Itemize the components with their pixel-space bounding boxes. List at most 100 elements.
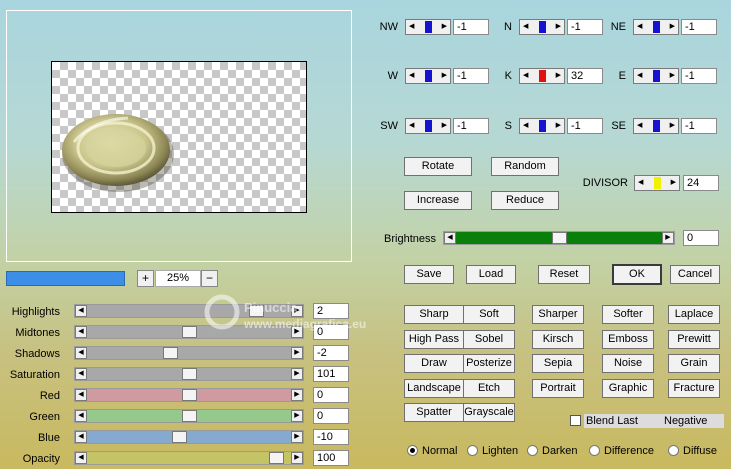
opacity-right-arrow-icon[interactable]: ▶ (291, 452, 303, 464)
highlights-slider[interactable] (74, 304, 304, 318)
highlights-left-arrow-icon[interactable]: ◀ (75, 305, 87, 317)
filter-landscape-button[interactable]: Landscape (404, 378, 464, 398)
random-button[interactable]: Random (491, 157, 559, 176)
matrix-sw-field[interactable]: -1 (453, 118, 489, 134)
matrix-sw-spinner[interactable]: ◀ ▶ (405, 118, 451, 134)
matrix-e-field[interactable]: -1 (681, 68, 717, 84)
shadows-slider[interactable] (74, 346, 304, 360)
red-left-arrow-icon[interactable]: ◀ (75, 389, 87, 401)
midtones-thumb[interactable] (181, 326, 197, 338)
shadows-left-arrow-icon[interactable]: ◀ (75, 347, 87, 359)
saturation-left-arrow-icon[interactable]: ◀ (75, 368, 87, 380)
divisor-spinner[interactable]: ◀ ▶ (634, 175, 680, 191)
red-field[interactable]: 0 (313, 387, 349, 403)
opacity-left-arrow-icon[interactable]: ◀ (75, 452, 87, 464)
brightness-left-arrow-icon[interactable]: ◀ (444, 232, 456, 244)
filter-sobel-button[interactable]: Sobel (463, 329, 515, 349)
filter-prewitt-button[interactable]: Prewitt (668, 329, 720, 349)
opacity-thumb[interactable] (269, 452, 285, 464)
filter-posterize-button[interactable]: Posterize (463, 354, 515, 373)
mode-normal-radio[interactable]: Normal (407, 444, 457, 458)
shadows-thumb[interactable] (162, 347, 178, 359)
matrix-e-spinner[interactable]: ◀ ▶ (633, 68, 679, 84)
blue-field[interactable]: -10 (313, 429, 349, 445)
filter-emboss-button[interactable]: Emboss (602, 329, 654, 349)
matrix-k-field[interactable]: 32 (567, 68, 603, 84)
matrix-w-field[interactable]: -1 (453, 68, 489, 84)
reduce-button[interactable]: Reduce (491, 191, 559, 210)
filter-spatter-button[interactable]: Spatter (404, 403, 464, 422)
green-left-arrow-icon[interactable]: ◀ (75, 410, 87, 422)
filter-kirsch-button[interactable]: Kirsch (532, 329, 584, 349)
save-button[interactable]: Save (404, 265, 454, 284)
mode-diffuse-radio[interactable]: Diffuse (668, 444, 717, 458)
opacity-field[interactable]: 100 (313, 450, 349, 466)
filter-noise-button[interactable]: Noise (602, 354, 654, 373)
matrix-n-spinner[interactable]: ◀ ▶ (519, 19, 565, 35)
brightness-field[interactable]: 0 (683, 230, 719, 246)
filter-grayscale-button[interactable]: Grayscale (463, 403, 515, 422)
red-thumb[interactable] (181, 389, 197, 401)
matrix-k-spinner[interactable]: ◀ ▶ (519, 68, 565, 84)
preview-canvas[interactable] (51, 61, 307, 213)
mode-difference-radio[interactable]: Difference (589, 444, 654, 458)
mode-lighten-radio[interactable]: Lighten (467, 444, 518, 458)
midtones-left-arrow-icon[interactable]: ◀ (75, 326, 87, 338)
green-thumb[interactable] (181, 410, 197, 422)
saturation-field[interactable]: 101 (313, 366, 349, 382)
matrix-se-field[interactable]: -1 (681, 118, 717, 134)
filter-soft-button[interactable]: Soft (463, 305, 515, 324)
filter-sepia-button[interactable]: Sepia (532, 354, 584, 373)
filter-high-pass-button[interactable]: High Pass (404, 329, 464, 349)
highlights-thumb[interactable] (248, 305, 264, 317)
blue-thumb[interactable] (172, 431, 188, 443)
matrix-s-spinner[interactable]: ◀ ▶ (519, 118, 565, 134)
blend-last-checkbox[interactable] (570, 415, 581, 426)
mode-darken-radio[interactable]: Darken (527, 444, 577, 458)
filter-softer-button[interactable]: Softer (602, 305, 654, 324)
shadows-right-arrow-icon[interactable]: ▶ (291, 347, 303, 359)
blue-right-arrow-icon[interactable]: ▶ (291, 431, 303, 443)
brightness-thumb[interactable] (551, 232, 567, 244)
rotate-button[interactable]: Rotate (404, 157, 472, 176)
blue-left-arrow-icon[interactable]: ◀ (75, 431, 87, 443)
saturation-right-arrow-icon[interactable]: ▶ (291, 368, 303, 380)
red-right-arrow-icon[interactable]: ▶ (291, 389, 303, 401)
brightness-right-arrow-icon[interactable]: ▶ (662, 232, 674, 244)
matrix-s-field[interactable]: -1 (567, 118, 603, 134)
reset-button[interactable]: Reset (538, 265, 590, 284)
divisor-field[interactable]: 24 (683, 175, 719, 191)
zoom-out-button[interactable]: − (201, 270, 218, 287)
filter-etch-button[interactable]: Etch (463, 378, 515, 398)
negative-label[interactable]: Negative (664, 414, 724, 428)
ok-button[interactable]: OK (612, 264, 662, 285)
green-field[interactable]: 0 (313, 408, 349, 424)
midtones-right-arrow-icon[interactable]: ▶ (291, 326, 303, 338)
filter-sharper-button[interactable]: Sharper (532, 305, 584, 324)
shadows-field[interactable]: -2 (313, 345, 349, 361)
filter-grain-button[interactable]: Grain (668, 354, 720, 373)
matrix-se-spinner[interactable]: ◀ ▶ (633, 118, 679, 134)
highlights-right-arrow-icon[interactable]: ▶ (291, 305, 303, 317)
cancel-button[interactable]: Cancel (670, 265, 720, 284)
filter-draw-button[interactable]: Draw (404, 354, 464, 373)
highlights-field[interactable]: 2 (313, 303, 349, 319)
matrix-ne-field[interactable]: -1 (681, 19, 717, 35)
blue-slider[interactable] (74, 430, 304, 444)
matrix-nw-spinner[interactable]: ◀ ▶ (405, 19, 451, 35)
load-button[interactable]: Load (466, 265, 516, 284)
increase-button[interactable]: Increase (404, 191, 472, 210)
filter-fracture-button[interactable]: Fracture (668, 378, 720, 398)
filter-laplace-button[interactable]: Laplace (668, 305, 720, 324)
matrix-n-field[interactable]: -1 (567, 19, 603, 35)
green-right-arrow-icon[interactable]: ▶ (291, 410, 303, 422)
zoom-in-button[interactable]: + (137, 270, 154, 287)
filter-sharp-button[interactable]: Sharp (404, 305, 464, 324)
filter-graphic-button[interactable]: Graphic (602, 378, 654, 398)
midtones-field[interactable]: 0 (313, 324, 349, 340)
matrix-w-spinner[interactable]: ◀ ▶ (405, 68, 451, 84)
saturation-thumb[interactable] (181, 368, 197, 380)
matrix-nw-field[interactable]: -1 (453, 19, 489, 35)
filter-portrait-button[interactable]: Portrait (532, 378, 584, 398)
matrix-ne-spinner[interactable]: ◀ ▶ (633, 19, 679, 35)
